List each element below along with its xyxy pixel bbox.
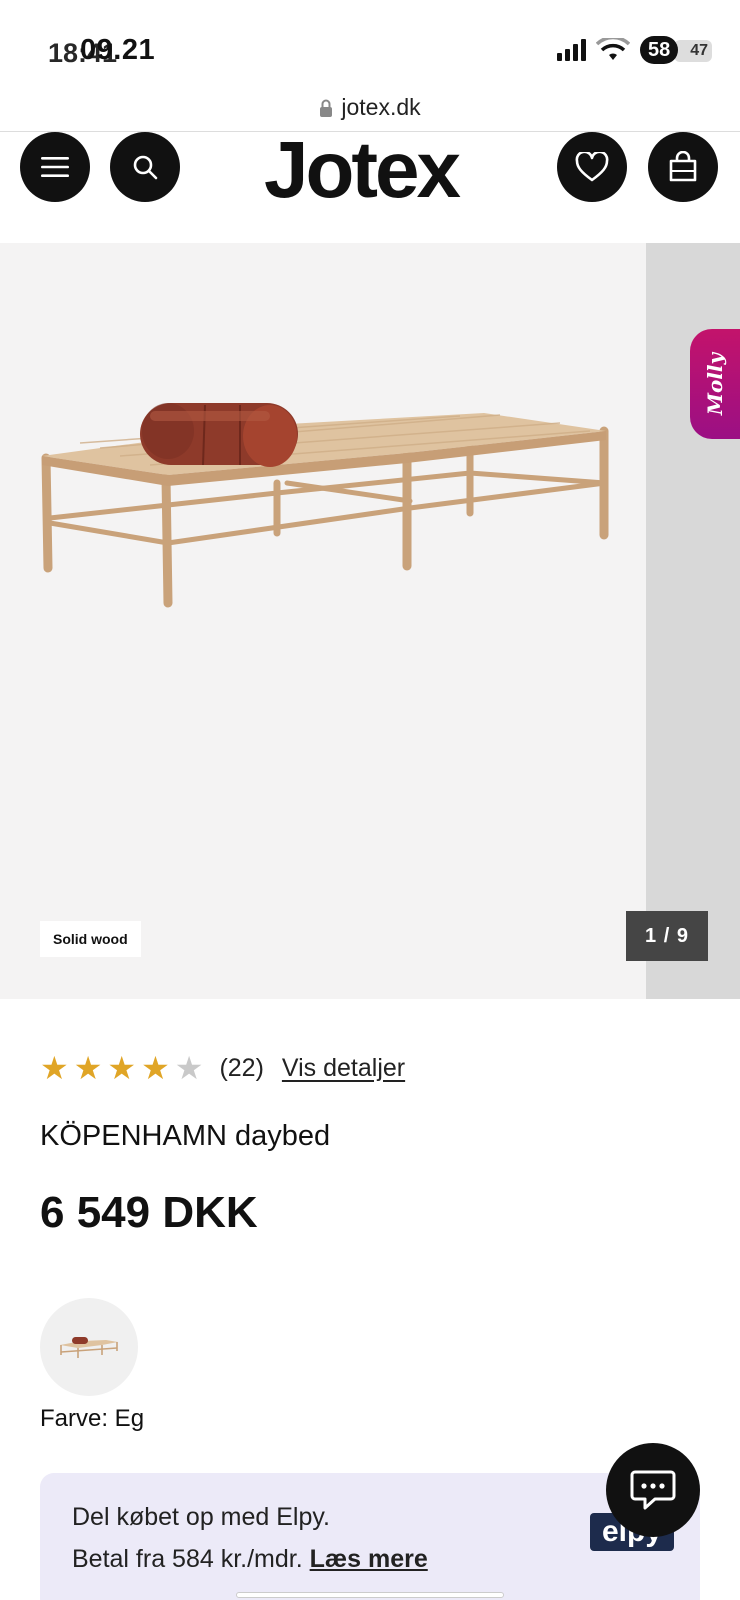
search-icon — [133, 155, 158, 180]
wifi-icon — [596, 38, 630, 60]
battery-level: 58 — [640, 36, 679, 64]
elpy-headline: Del købet op med Elpy. — [72, 1503, 330, 1531]
lock-icon — [320, 99, 333, 117]
elpy-read-more-link[interactable]: Læs mere — [310, 1545, 428, 1573]
url-text: jotex.dk — [341, 94, 421, 120]
star-icon: ★ — [141, 1050, 170, 1086]
menu-button[interactable] — [20, 132, 90, 202]
chat-button[interactable] — [606, 1443, 700, 1537]
status-bar: 18:41 09.21 47 58 — [0, 0, 740, 80]
menu-icon — [41, 157, 69, 177]
rating-row: ★ ★ ★ ★ ★ (22) Vis detaljer — [40, 1052, 405, 1084]
elpy-monthly-line: Betal fra 584 kr./mdr. Læs mere — [72, 1545, 428, 1574]
material-badge: Solid wood — [40, 921, 141, 957]
cart-button[interactable] — [648, 132, 718, 202]
star-empty-icon: ★ — [174, 1050, 204, 1086]
status-indicators: 47 58 — [557, 36, 712, 64]
battery-icon: 47 58 — [640, 36, 712, 64]
swatch-thumbnail — [60, 1337, 118, 1358]
heart-icon — [575, 152, 609, 182]
elpy-financing-box: Del købet op med Elpy. Betal fra 584 kr.… — [40, 1473, 700, 1600]
review-count: (22) — [219, 1053, 264, 1082]
molly-label: Molly — [703, 352, 728, 416]
home-indicator — [236, 1592, 504, 1598]
star-icon: ★ — [40, 1050, 69, 1086]
molly-chat-tab[interactable]: Molly — [690, 329, 740, 439]
favorites-button[interactable] — [557, 132, 627, 202]
search-button[interactable] — [110, 132, 180, 202]
star-icon: ★ — [107, 1050, 137, 1086]
signal-icon — [557, 39, 586, 61]
star-icon: ★ — [73, 1050, 103, 1086]
chat-icon — [630, 1470, 676, 1510]
battery-ghost-level: 47 — [674, 40, 712, 62]
product-title: KÖPENHAMN daybed — [40, 1120, 331, 1152]
bag-icon — [669, 151, 697, 182]
product-image — [41, 403, 609, 608]
color-swatch-eg[interactable] — [40, 1298, 138, 1396]
image-counter: 1 / 9 — [626, 911, 708, 961]
review-details-link[interactable]: Vis detaljer — [282, 1054, 405, 1083]
product-price: 6 549 DKK — [40, 1188, 258, 1237]
jotex-logo[interactable]: Jotex — [264, 124, 461, 216]
product-image-gallery[interactable]: Molly Solid wood 1 / 9 — [0, 243, 740, 999]
rating-stars: ★ ★ ★ ★ ★ — [40, 1052, 203, 1084]
site-header: Jotex — [0, 125, 740, 242]
status-time: 09.21 — [80, 34, 156, 66]
color-label: Farve: Eg — [40, 1405, 145, 1432]
elpy-monthly-text: Betal fra 584 kr./mdr. — [72, 1545, 310, 1573]
